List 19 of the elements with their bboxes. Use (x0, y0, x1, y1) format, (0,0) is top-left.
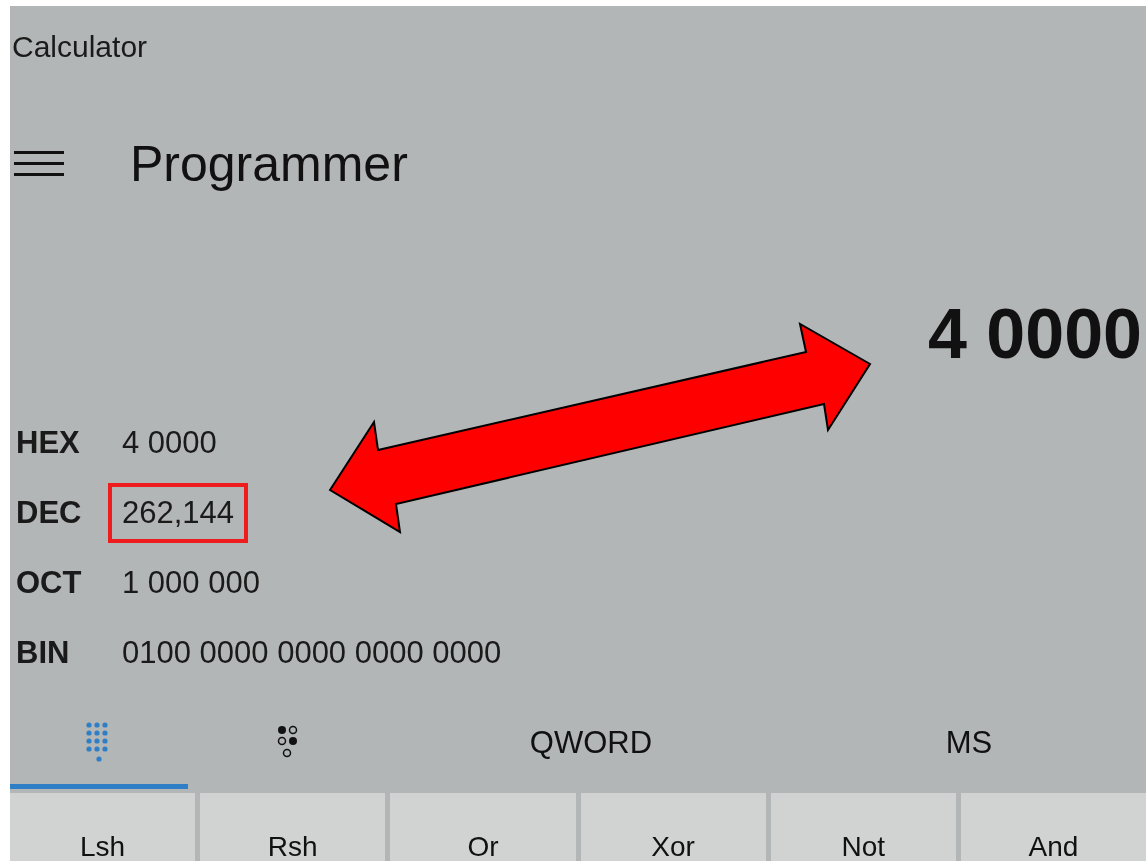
key-button[interactable]: Not (770, 793, 956, 861)
radix-label[interactable]: OCT (10, 565, 118, 601)
key-button[interactable]: Xor (580, 793, 766, 861)
menu-icon[interactable] (14, 151, 64, 177)
display-value: 4 0000 (927, 294, 1142, 375)
radix-label[interactable]: HEX (10, 425, 118, 461)
radix-label[interactable]: BIN (10, 635, 118, 671)
window-title: Calculator (11, 29, 149, 65)
radix-value: 4 0000 (121, 424, 218, 462)
key-button[interactable]: Lsh (10, 793, 196, 861)
highlighted-value: 262,144 (108, 483, 249, 543)
mode-title: Programmer (130, 135, 408, 193)
tab[interactable]: QWORD (388, 701, 794, 789)
key-button[interactable]: And (960, 793, 1146, 861)
radix-value: 1 000 000 (121, 564, 261, 602)
radix-value: 0100 0000 0000 0000 0000 (121, 634, 503, 672)
key-button[interactable]: Rsh (200, 793, 386, 861)
key-button[interactable]: Or (390, 793, 576, 861)
tab[interactable]: MS (794, 701, 1144, 789)
